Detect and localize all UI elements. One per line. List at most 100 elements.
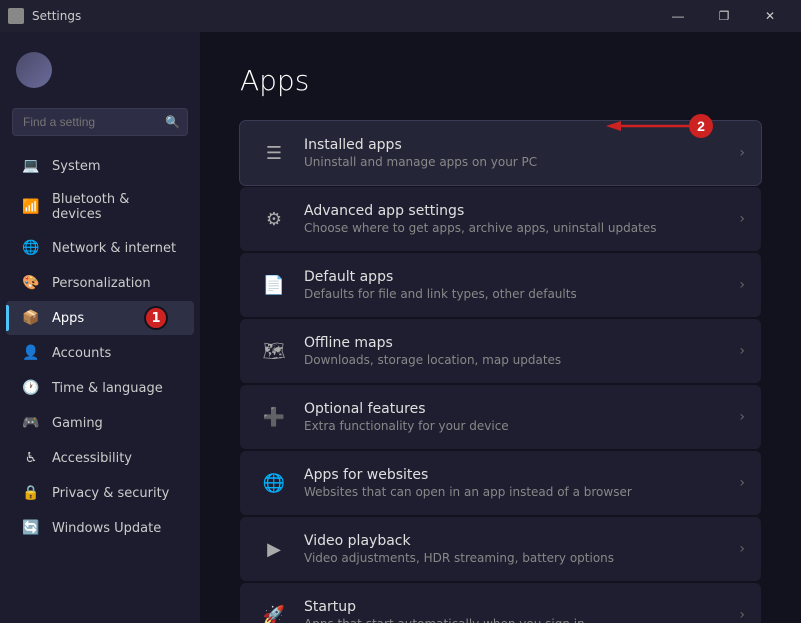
video-playback-chevron-icon: › [739,541,745,557]
sidebar-item-bluetooth[interactable]: 📶 Bluetooth & devices [6,184,194,230]
default-apps-chevron-icon: › [739,277,745,293]
sidebar-item-personalization[interactable]: 🎨 Personalization [6,266,194,300]
advanced-app-settings-icon: ⚙ [256,201,292,237]
settings-app-icon [8,8,24,24]
accounts-nav-icon: 👤 [22,344,40,362]
advanced-app-settings-title: Advanced app settings [304,203,739,219]
offline-maps-title: Offline maps [304,335,739,351]
video-playback-text: Video playbackVideo adjustments, HDR str… [304,533,739,565]
sidebar-item-label-privacy: Privacy & security [52,486,169,501]
search-input[interactable] [12,108,188,136]
sidebar-item-label-system: System [52,159,100,174]
installed-apps-icon: ☰ [256,135,292,171]
sidebar-item-system[interactable]: 💻 System [6,149,194,183]
default-apps-subtitle: Defaults for file and link types, other … [304,287,739,301]
update-nav-icon: 🔄 [22,519,40,537]
privacy-nav-icon: 🔒 [22,484,40,502]
sidebar-item-label-accessibility: Accessibility [52,451,132,466]
settings-item-container-optional-features: ➕ Optional features Extra functionality fo… [240,385,761,449]
avatar [16,52,52,88]
installed-apps-text: Installed appsUninstall and manage apps … [304,137,739,169]
search-box: 🔍 [12,108,188,136]
optional-features-title: Optional features [304,401,739,417]
main-content: Apps ☰ Installed appsUninstall and manage… [200,32,801,623]
settings-item-optional-features[interactable]: ➕ Optional features Extra functionality fo… [240,385,761,449]
default-apps-title: Default apps [304,269,739,285]
gaming-nav-icon: 🎮 [22,414,40,432]
settings-item-container-default-apps: 📄 Default apps Defaults for file and link … [240,253,761,317]
startup-icon: 🚀 [256,597,292,623]
optional-features-chevron-icon: › [739,409,745,425]
sidebar-item-label-bluetooth: Bluetooth & devices [52,192,178,222]
accessibility-nav-icon: ♿ [22,449,40,467]
settings-item-installed-apps[interactable]: ☰ Installed appsUninstall and manage apps… [240,121,761,185]
sidebar-item-label-apps: Apps [52,311,84,326]
advanced-app-settings-text: Advanced app settings Choose where to get… [304,203,739,235]
settings-item-container-installed-apps: ☰ Installed appsUninstall and manage apps… [240,121,761,185]
sidebar: 🔍 💻 System 📶 Bluetooth & devices 🌐 Network & … [0,32,200,623]
startup-title: Startup [304,599,739,615]
sidebar-item-network[interactable]: 🌐 Network & internet [6,231,194,265]
title-bar-left: Settings [8,8,81,24]
apps-for-websites-title: Apps for websites [304,467,739,483]
close-button[interactable]: ✕ [747,0,793,32]
video-playback-icon: ▶ [256,531,292,567]
settings-item-apps-for-websites[interactable]: 🌐 Apps for websites Websites that can open… [240,451,761,515]
sidebar-item-label-accounts: Accounts [52,346,111,361]
startup-chevron-icon: › [739,607,745,623]
time-nav-icon: 🕐 [22,379,40,397]
sidebar-item-accessibility[interactable]: ♿ Accessibility [6,441,194,475]
default-apps-icon: 📄 [256,267,292,303]
page-title: Apps [240,64,761,97]
settings-item-startup[interactable]: 🚀 Startup Apps that start automatically wh… [240,583,761,623]
sidebar-item-label-time: Time & language [52,381,163,396]
sidebar-item-accounts[interactable]: 👤 Accounts [6,336,194,370]
maximize-button[interactable]: ❐ [701,0,747,32]
app-container: 🔍 💻 System 📶 Bluetooth & devices 🌐 Network & … [0,32,801,623]
offline-maps-subtitle: Downloads, storage location, map updates [304,353,739,367]
apps-nav-icon: 📦 [22,309,40,327]
nav-list: 💻 System 📶 Bluetooth & devices 🌐 Network & in… [0,148,200,546]
sidebar-item-label-update: Windows Update [52,521,161,536]
system-nav-icon: 💻 [22,157,40,175]
settings-item-container-startup: 🚀 Startup Apps that start automatically wh… [240,583,761,623]
advanced-app-settings-subtitle: Choose where to get apps, archive apps, … [304,221,739,235]
optional-features-icon: ➕ [256,399,292,435]
sidebar-item-label-network: Network & internet [52,241,176,256]
settings-item-default-apps[interactable]: 📄 Default apps Defaults for file and link … [240,253,761,317]
personalization-nav-icon: 🎨 [22,274,40,292]
settings-item-video-playback[interactable]: ▶ Video playbackVideo adjustments, HDR st… [240,517,761,581]
startup-text: Startup Apps that start automatically whe… [304,599,739,623]
sidebar-item-privacy[interactable]: 🔒 Privacy & security [6,476,194,510]
settings-item-container-offline-maps: 🗺Offline mapsDownloads, storage location… [240,319,761,383]
offline-maps-chevron-icon: › [739,343,745,359]
sidebar-item-apps[interactable]: 📦 Apps 1 [6,301,194,335]
optional-features-subtitle: Extra functionality for your device [304,419,739,433]
apps-for-websites-icon: 🌐 [256,465,292,501]
window-controls: — ❐ ✕ [655,0,793,32]
annotation-badge-1: 1 [144,306,168,330]
installed-apps-subtitle: Uninstall and manage apps on your PC [304,155,739,169]
settings-item-container-video-playback: ▶ Video playbackVideo adjustments, HDR st… [240,517,761,581]
apps-for-websites-chevron-icon: › [739,475,745,491]
title-bar: Settings — ❐ ✕ [0,0,801,32]
settings-item-container-apps-for-websites: 🌐 Apps for websites Websites that can open… [240,451,761,515]
video-playback-subtitle: Video adjustments, HDR streaming, batter… [304,551,739,565]
sidebar-item-time[interactable]: 🕐 Time & language [6,371,194,405]
settings-item-offline-maps[interactable]: 🗺Offline mapsDownloads, storage location… [240,319,761,383]
offline-maps-text: Offline maps Downloads, storage location,… [304,335,739,367]
network-nav-icon: 🌐 [22,239,40,257]
minimize-button[interactable]: — [655,0,701,32]
apps-for-websites-subtitle: Websites that can open in an app instead… [304,485,739,499]
settings-item-advanced-app-settings[interactable]: ⚙ Advanced app settings Choose where to ge… [240,187,761,251]
bluetooth-nav-icon: 📶 [22,198,40,216]
sidebar-item-label-gaming: Gaming [52,416,103,431]
sidebar-item-gaming[interactable]: 🎮 Gaming [6,406,194,440]
sidebar-item-update[interactable]: 🔄 Windows Update [6,511,194,545]
default-apps-text: Default apps Defaults for file and link t… [304,269,739,301]
user-avatar-section [0,40,200,100]
search-icon: 🔍 [165,115,180,129]
optional-features-text: Optional features Extra functionality for… [304,401,739,433]
sidebar-item-label-personalization: Personalization [52,276,151,291]
startup-subtitle: Apps that start automatically when you s… [304,617,739,623]
